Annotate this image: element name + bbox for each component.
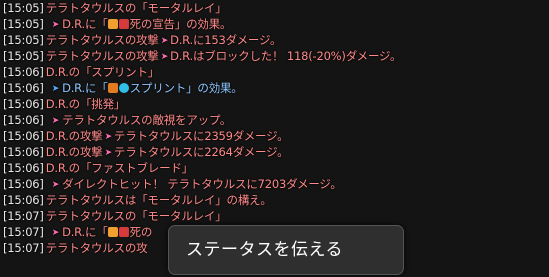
chat-line: [15:06] ➤ テラトタウルスの敵視をアップ。 <box>3 112 231 128</box>
timestamp: [15:07] <box>3 209 44 223</box>
timestamp: [15:06] <box>3 113 44 127</box>
arrow-icon: ➤ <box>104 132 113 142</box>
arrow-icon: ➤ <box>51 116 60 126</box>
log-message-detail: テラトタウルスに2264ダメージ。 <box>113 145 289 159</box>
chat-line: [15:05] ➤ D.R.に「 死の宣告」の効果。 <box>3 16 232 32</box>
status-effect-icon[interactable] <box>118 19 129 29</box>
log-message: テラトタウルスの「モータルレイ」 <box>45 1 227 15</box>
arrow-icon: ➤ <box>104 148 113 158</box>
chat-line: [15:06] D.R.の攻撃 ➤ テラトタウルスに2359ダメージ。 <box>3 128 289 144</box>
log-message: D.R.の「スプリント」 <box>45 65 160 79</box>
log-message: 死の <box>129 225 153 239</box>
chat-line: [15:06] D.R.の「挑発」 <box>3 96 125 112</box>
log-message: D.R.の「ファストブレード」 <box>45 161 193 175</box>
timestamp: [15:06] <box>3 129 44 143</box>
arrow-icon: ➤ <box>51 20 60 30</box>
status-type-icon <box>107 19 118 29</box>
log-message: スプリント」の効果。 <box>129 81 243 95</box>
sprint-status-icon[interactable] <box>118 83 129 93</box>
arrow-icon: ➤ <box>51 180 60 190</box>
chat-line: [15:06] テラトタウルスは「モータルレイ」の構え。 <box>3 192 272 208</box>
chat-line: [15:05] テラトタウルスの「モータルレイ」 <box>3 0 227 16</box>
status-effect-icon[interactable] <box>118 227 129 237</box>
status-share-tooltip-button[interactable]: ステータスを伝える <box>168 225 404 275</box>
log-message: D.R.の攻撃 <box>45 129 103 143</box>
chat-line: [15:05] テラトタウルスの攻撃 ➤ D.R.はブロックした！ 118(-20%)… <box>3 48 401 64</box>
log-message: テラトタウルスは「モータルレイ」の構え。 <box>45 193 272 207</box>
log-message: ダイレクトヒット！ テラトタウルスに7203ダメージ。 <box>62 177 342 191</box>
timestamp: [15:05] <box>3 49 44 63</box>
timestamp: [15:06] <box>3 145 44 159</box>
timestamp: [15:05] <box>3 33 44 47</box>
log-message-prefix: D.R.に「 <box>62 225 108 239</box>
chat-line: [15:07] テラトタウルスの攻 <box>3 240 148 256</box>
status-type-icon <box>107 83 118 93</box>
chat-line: [15:06] D.R.の攻撃 ➤ テラトタウルスに2264ダメージ。 <box>3 144 289 160</box>
log-message-prefix: D.R.に「 <box>62 81 108 95</box>
log-message: テラトタウルスの攻 <box>45 241 148 255</box>
chat-line: [15:06] D.R.の「ファストブレード」 <box>3 160 193 176</box>
log-message-detail: D.R.はブロックした！ 118(-20%)ダメージ。 <box>170 49 402 63</box>
chat-line: [15:05] テラトタウルスの攻撃 ➤ D.R.に153ダメージ。 <box>3 32 281 48</box>
chat-line: [15:06] ➤ D.R.に「 スプリント」の効果。 <box>3 80 243 96</box>
chat-line: [15:06] ➤ ダイレクトヒット！ テラトタウルスに7203ダメージ。 <box>3 176 342 192</box>
timestamp: [15:07] <box>3 225 44 239</box>
log-message: テラトタウルスの敵視をアップ。 <box>62 113 232 127</box>
chat-line: [15:07] ➤ D.R.に「 死の <box>3 224 152 240</box>
timestamp: [15:07] <box>3 241 44 255</box>
log-message: テラトタウルスの攻撃 <box>45 33 159 47</box>
chat-line: [15:06] D.R.の「スプリント」 <box>3 64 159 80</box>
timestamp: [15:06] <box>3 97 44 111</box>
timestamp: [15:06] <box>3 161 44 175</box>
timestamp: [15:06] <box>3 177 44 191</box>
log-message-prefix: D.R.に「 <box>62 17 108 31</box>
timestamp: [15:05] <box>3 17 44 31</box>
log-message-detail: テラトタウルスに2359ダメージ。 <box>113 129 289 143</box>
status-type-icon <box>107 227 118 237</box>
arrow-icon: ➤ <box>51 228 60 238</box>
log-message: D.R.の「挑発」 <box>45 97 126 111</box>
chat-line <box>3 256 5 277</box>
arrow-icon: ➤ <box>160 36 169 46</box>
log-message: テラトタウルスの攻撃 <box>45 49 159 63</box>
timestamp: [15:05] <box>3 1 44 15</box>
log-message: テラトタウルスの「モータルレイ」 <box>45 209 227 223</box>
timestamp: [15:06] <box>3 81 44 95</box>
arrow-icon: ➤ <box>160 52 169 62</box>
timestamp: [15:06] <box>3 65 44 79</box>
log-message: D.R.の攻撃 <box>45 145 103 159</box>
chat-line: [15:07] テラトタウルスの「モータルレイ」 <box>3 208 227 224</box>
arrow-icon: ➤ <box>51 84 60 94</box>
log-message: 死の宣告」の効果。 <box>129 17 232 31</box>
timestamp: [15:06] <box>3 193 44 207</box>
log-message-detail: D.R.に153ダメージ。 <box>170 33 282 47</box>
